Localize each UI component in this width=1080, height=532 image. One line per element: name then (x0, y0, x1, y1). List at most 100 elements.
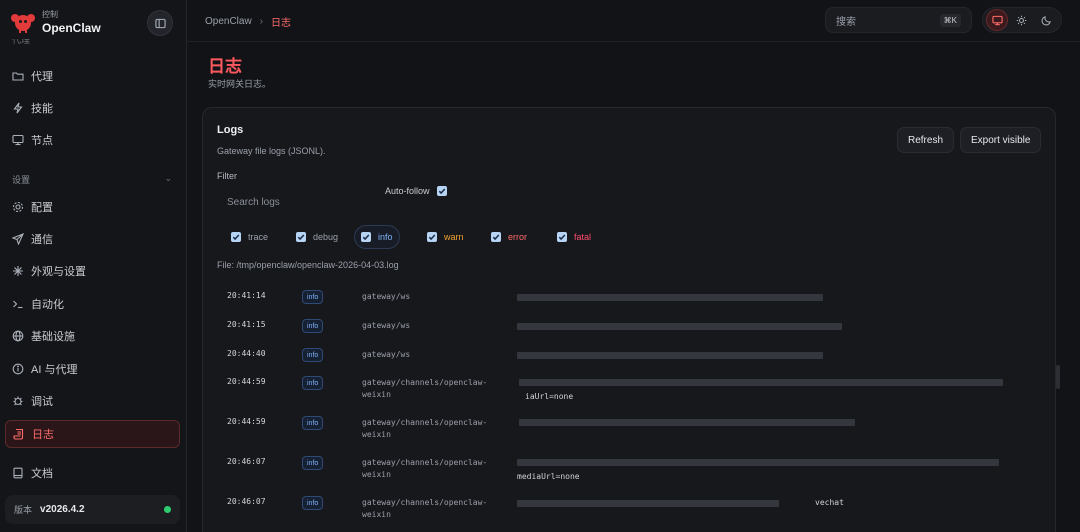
monitor-icon (12, 134, 24, 146)
export-visible-button[interactable]: Export visible (960, 127, 1042, 153)
sidebar-item-communication[interactable]: 通信 (5, 225, 180, 253)
sidebar-item-agents[interactable]: 代理 (5, 62, 180, 90)
checkbox-checked-icon[interactable] (361, 232, 371, 242)
auto-follow-toggle[interactable]: Auto-follow (385, 186, 447, 196)
checkbox-checked-icon[interactable] (427, 232, 437, 242)
sidebar-item-label: 技能 (31, 103, 53, 115)
version-label: 版本 (14, 505, 33, 515)
log-level-badge: info (302, 376, 324, 390)
scrollbar-thumb[interactable] (1056, 365, 1060, 389)
sidebar-item-docs[interactable]: 文档 (5, 459, 180, 487)
global-search[interactable]: 搜索 ⌘K (825, 7, 972, 33)
sidebar-item-ai-agents[interactable]: AI 与代理 (5, 355, 180, 383)
log-time: 20:44:40 (227, 349, 266, 358)
folder-icon (12, 70, 24, 82)
scroll-icon (13, 428, 25, 440)
terminal-icon (12, 298, 24, 310)
brand[interactable]: 控制 OpenClaw (10, 9, 101, 35)
sun-icon (1017, 15, 1027, 25)
moon-icon (1041, 15, 1052, 25)
checkbox-checked-icon[interactable] (557, 232, 567, 242)
sidebar-item-debug[interactable]: 调试 (5, 387, 180, 415)
theme-system-button[interactable] (986, 9, 1009, 31)
redacted-block (517, 352, 823, 359)
log-level-badge: info (302, 319, 324, 333)
bug-icon (12, 395, 24, 407)
chevron-down-icon: ⌄ (164, 173, 172, 183)
breadcrumb-separator: › (259, 16, 264, 27)
redacted-block (517, 323, 842, 330)
checkbox-checked-icon[interactable] (296, 232, 306, 242)
search-placeholder: 搜索 (836, 16, 856, 28)
log-message: iaUrl=none (525, 392, 574, 401)
gear-icon (12, 201, 24, 213)
log-row: 20:44:59 info gateway/channels/openclaw-… (227, 376, 1027, 407)
log-row: 20:41:15 info gateway/ws (227, 319, 1027, 350)
checkbox-checked-icon[interactable] (491, 232, 501, 242)
topbar: OpenClaw › 日志 搜索 ⌘K (187, 0, 1080, 42)
brand-name: OpenClaw (42, 20, 101, 35)
checkbox-checked-icon[interactable] (436, 186, 447, 196)
log-row: 20:44:59 info gateway/channels/openclaw-… (227, 416, 1027, 447)
book-icon (12, 467, 24, 479)
redacted-block (519, 419, 855, 426)
sidebar-item-label: 调试 (31, 396, 53, 408)
sidebar-item-label: 文档 (31, 468, 53, 480)
sidebar-toggle-icon (154, 18, 166, 28)
filter-label: Filter (217, 171, 237, 181)
version-value: v2026.4.2 (40, 504, 85, 515)
log-file-path: File: /tmp/openclaw/openclaw-2026-04-03.… (217, 260, 399, 270)
redacted-block (519, 379, 1003, 386)
log-level-badge: info (302, 496, 324, 510)
breadcrumb-root[interactable]: OpenClaw (205, 16, 252, 27)
card-title: Logs (217, 124, 244, 136)
page-subtitle: 实时网关日志。 (208, 79, 272, 89)
log-source: gateway/channels/openclaw- weixin (362, 378, 488, 399)
sidebar-item-label: 基础设施 (31, 331, 75, 343)
breadcrumb: OpenClaw › 日志 (205, 14, 291, 29)
sparkle-icon (12, 265, 24, 277)
level-filter-fatal[interactable]: fatal (551, 225, 597, 249)
sidebar-item-label: 外观与设置 (31, 266, 86, 278)
redacted-block (517, 459, 999, 466)
level-label: trace (248, 232, 269, 242)
log-source: gateway/ws (362, 321, 411, 330)
level-label: warn (444, 232, 464, 242)
theme-dark-button[interactable] (1036, 9, 1058, 31)
level-filter-debug[interactable]: debug (290, 225, 344, 249)
card-subtitle: Gateway file logs (JSONL). (217, 146, 326, 156)
sidebar-item-label: 自动化 (31, 299, 64, 311)
refresh-button[interactable]: Refresh (897, 127, 955, 153)
log-source: gateway/channels/openclaw- weixin (362, 498, 488, 519)
sidebar-item-label: 通信 (31, 234, 53, 246)
level-filter-trace[interactable]: trace (225, 225, 274, 249)
sidebar-item-appearance[interactable]: 外观与设置 (5, 257, 180, 285)
sidebar-item-logs[interactable]: 日志 (5, 420, 180, 448)
level-label: fatal (574, 232, 592, 242)
log-row: 20:46:07 info gateway/channels/openclaw-… (227, 496, 1027, 527)
log-time: 20:41:15 (227, 320, 266, 329)
level-filter-info[interactable]: info (354, 225, 400, 249)
breadcrumb-current: 日志 (271, 18, 292, 29)
sidebar-collapse-button[interactable] (147, 10, 173, 36)
theme-light-button[interactable] (1011, 9, 1033, 31)
level-label: error (508, 232, 528, 242)
redacted-block (517, 500, 779, 507)
sidebar-item-infrastructure[interactable]: 基础设施 (5, 322, 180, 350)
section-label: 设置 (12, 175, 31, 185)
log-level-badge: info (302, 416, 324, 430)
level-filter-warn[interactable]: warn (421, 225, 470, 249)
log-message: mediaUrl=none (517, 472, 580, 481)
log-source: gateway/channels/openclaw- weixin (362, 418, 488, 439)
sidebar-item-nodes[interactable]: 节点 (5, 126, 180, 154)
log-row: 20:46:07 info gateway/channels/openclaw-… (227, 456, 1027, 487)
log-level-badge: info (302, 348, 324, 362)
sidebar-item-config[interactable]: 配置 (5, 193, 180, 221)
sidebar-item-automation[interactable]: 自动化 (5, 290, 180, 318)
sidebar-item-skills[interactable]: 技能 (5, 94, 180, 122)
checkbox-checked-icon[interactable] (231, 232, 241, 242)
level-filter-error[interactable]: error (485, 225, 533, 249)
search-logs-input[interactable] (217, 190, 377, 214)
sidebar-section-settings[interactable]: 设置 ⌄ (12, 173, 172, 186)
log-source: gateway/channels/openclaw- weixin (362, 458, 488, 479)
